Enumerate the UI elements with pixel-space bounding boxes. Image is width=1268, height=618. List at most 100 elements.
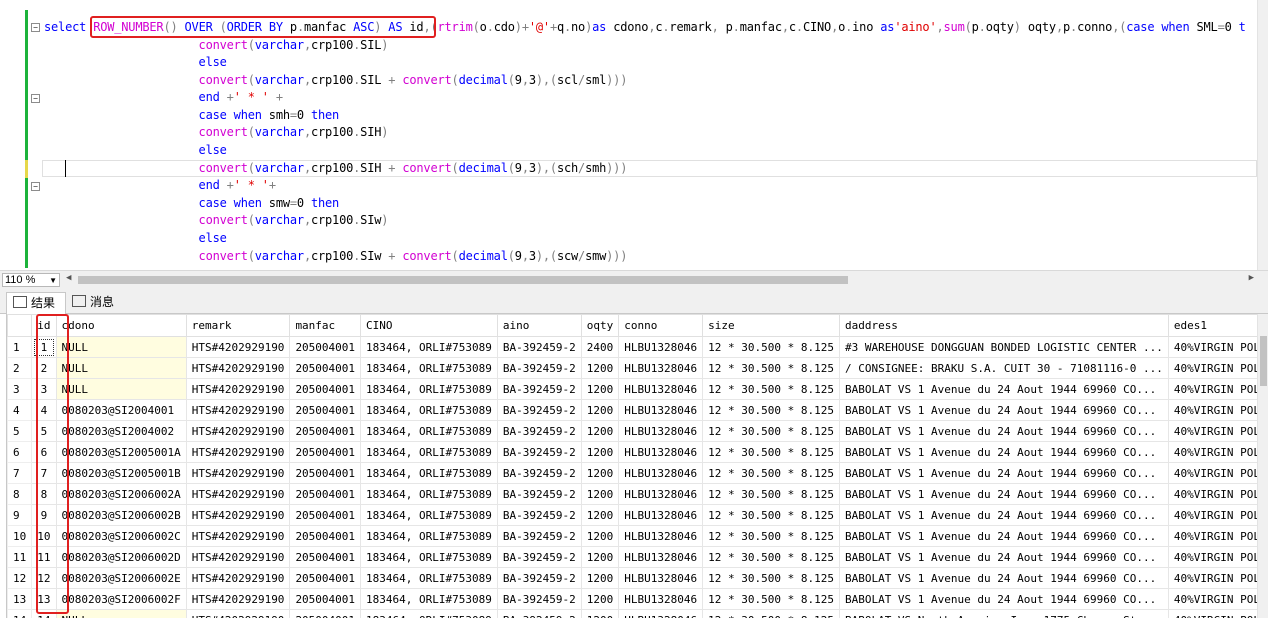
- cell-conno[interactable]: HLBU1328046: [618, 588, 704, 610]
- cell-daddress[interactable]: / CONSIGNEE: BRAKU S.A. CUIT 30 - 710811…: [838, 357, 1169, 379]
- code-line[interactable]: convert(varchar,crp100.SIH): [44, 124, 389, 141]
- cell-cdono[interactable]: 0080203@SI2005001A: [55, 441, 187, 463]
- cell-cino[interactable]: 183464, ORLI#753089: [360, 357, 498, 379]
- cell-size[interactable]: 12 * 30.500 * 8.125: [702, 462, 840, 484]
- code-line[interactable]: else: [44, 230, 227, 247]
- cell-remark[interactable]: HTS#4202929190: [185, 504, 291, 526]
- cell-edes1[interactable]: 40%VIRGIN POLYESTER 3: [1167, 441, 1257, 463]
- sql-editor[interactable]: select ROW_NUMBER() OVER (ORDER BY p.man…: [0, 0, 1268, 270]
- cell-conno[interactable]: HLBU1328046: [618, 420, 704, 442]
- cell-aino[interactable]: BA-392459-2: [496, 525, 582, 547]
- row-number[interactable]: 5: [7, 420, 33, 442]
- cell-edes1[interactable]: 40%VIRGIN POLYESTER 3: [1167, 546, 1257, 568]
- cell-edes1[interactable]: 40%VIRGIN POLYESTER 3: [1167, 504, 1257, 526]
- cell-oqty[interactable]: 2400: [580, 336, 620, 358]
- cell-remark[interactable]: HTS#4202929190: [185, 462, 291, 484]
- table-row[interactable]: 13 13 0080203@SI2006002F HTS#4202929190 2050…: [7, 588, 1257, 610]
- cell-cdono[interactable]: 0080203@SI2006002B: [55, 504, 187, 526]
- cell-size[interactable]: 12 * 30.500 * 8.125: [702, 336, 840, 358]
- cell-conno[interactable]: HLBU1328046: [618, 567, 704, 589]
- cell-edes1[interactable]: 40%VIRGIN POLYESTER 3: [1167, 399, 1257, 421]
- table-row[interactable]: 1 1 NULL HTS#4202929190 205004001 183464, ORL…: [7, 336, 1257, 358]
- table-row[interactable]: 1414NULLHTS#4202929190205004001183464, O…: [7, 609, 1257, 618]
- cell-cino[interactable]: 183464, ORLI#753089: [360, 399, 498, 421]
- cell-manfac[interactable]: 205004001: [289, 546, 362, 568]
- table-row[interactable]: 5 5 0080203@SI2004002 HTS#4202929190 2050040…: [7, 420, 1257, 442]
- cell-remark[interactable]: HTS#4202929190: [185, 357, 291, 379]
- cell-size[interactable]: 12 * 30.500 * 8.125: [702, 588, 840, 610]
- cell-manfac[interactable]: 205004001: [289, 378, 362, 400]
- cell-daddress[interactable]: BABOLAT VS 1 Avenue du 24 Aout 1944 6996…: [838, 525, 1169, 547]
- cell-cino[interactable]: 183464, ORLI#753089: [360, 420, 498, 442]
- cell-oqty[interactable]: 1200: [580, 504, 620, 526]
- cell-manfac[interactable]: 205004001: [289, 483, 362, 505]
- cell-size[interactable]: 12 * 30.500 * 8.125: [702, 504, 840, 526]
- cell-cino[interactable]: 183464, ORLI#753089: [360, 378, 498, 400]
- table-row[interactable]: 8 8 0080203@SI2006002A HTS#4202929190 205004…: [7, 483, 1257, 505]
- column-header-oqty[interactable]: oqty: [580, 314, 620, 337]
- cell-manfac[interactable]: 205004001: [289, 609, 362, 618]
- code-line[interactable]: else: [44, 142, 227, 159]
- code-line[interactable]: convert(varchar,crp100.SIL + convert(dec…: [44, 72, 628, 89]
- cell-conno[interactable]: HLBU1328046: [618, 462, 704, 484]
- cell-manfac[interactable]: 205004001: [289, 420, 362, 442]
- row-number[interactable]: 2: [7, 357, 33, 379]
- cell-aino[interactable]: BA-392459-2: [496, 336, 582, 358]
- cell-aino[interactable]: BA-392459-2: [496, 462, 582, 484]
- cell-aino[interactable]: BA-392459-2: [496, 609, 582, 618]
- cell-manfac[interactable]: 205004001: [289, 462, 362, 484]
- row-number[interactable]: 6: [7, 441, 33, 463]
- cell-cino[interactable]: 183464, ORLI#753089: [360, 609, 498, 618]
- cell-cdono[interactable]: NULL: [55, 336, 187, 358]
- cell-size[interactable]: 12 * 30.500 * 8.125: [702, 609, 840, 618]
- cell-edes1[interactable]: 40%VIRGIN POLYESTER 3: [1167, 609, 1257, 618]
- cell-conno[interactable]: HLBU1328046: [618, 357, 704, 379]
- table-row[interactable]: 4 4 0080203@SI2004001 HTS#4202929190 2050040…: [7, 399, 1257, 421]
- results-grid[interactable]: id cdono remark manfac CINO aino oqty conno size…: [6, 314, 1257, 618]
- cell-edes1[interactable]: 40%VIRGIN POLYESTER 3: [1167, 588, 1257, 610]
- table-row[interactable]: 7 7 0080203@SI2005001B HTS#4202929190 205004…: [7, 462, 1257, 484]
- editor-horizontal-scrollbar[interactable]: ◀ ▶: [64, 273, 1254, 287]
- cell-cdono[interactable]: NULL: [55, 609, 187, 618]
- table-row[interactable]: 2 2 NULL HTS#4202929190 205004001 183464, ORL…: [7, 357, 1257, 379]
- cell-daddress[interactable]: BABOLAT VS 1 Avenue du 24 Aout 1944 6996…: [838, 462, 1169, 484]
- column-header-aino[interactable]: aino: [496, 314, 582, 337]
- table-row[interactable]: 12 12 0080203@SI2006002E HTS#4202929190 2050…: [7, 567, 1257, 589]
- tab-messages[interactable]: 消息: [66, 292, 120, 314]
- row-number[interactable]: 7: [7, 462, 33, 484]
- cell-remark[interactable]: HTS#4202929190: [185, 525, 291, 547]
- cell-manfac[interactable]: 205004001: [289, 441, 362, 463]
- code-line[interactable]: convert(varchar,crp100.SIL): [44, 37, 389, 54]
- column-header-manfac[interactable]: manfac: [289, 314, 362, 337]
- cell-cdono[interactable]: 0080203@SI2006002D: [55, 546, 187, 568]
- cell-cino[interactable]: 183464, ORLI#753089: [360, 504, 498, 526]
- cell-manfac[interactable]: 205004001: [289, 504, 362, 526]
- cell-oqty[interactable]: 1200: [580, 546, 620, 568]
- cell-oqty[interactable]: 1200: [580, 567, 620, 589]
- cell-daddress[interactable]: BABOLAT VS 1 Avenue du 24 Aout 1944 6996…: [838, 567, 1169, 589]
- cell-remark[interactable]: HTS#4202929190: [185, 567, 291, 589]
- cell-remark[interactable]: HTS#4202929190: [185, 609, 291, 618]
- cell-oqty[interactable]: 1200: [580, 357, 620, 379]
- row-number[interactable]: 11: [7, 546, 33, 568]
- row-number[interactable]: 10: [7, 525, 33, 547]
- cell-cino[interactable]: 183464, ORLI#753089: [360, 525, 498, 547]
- cell-remark[interactable]: HTS#4202929190: [185, 441, 291, 463]
- cell-size[interactable]: 12 * 30.500 * 8.125: [702, 483, 840, 505]
- code-line[interactable]: case when smw=0 then: [44, 195, 340, 212]
- cell-cdono[interactable]: NULL: [55, 378, 187, 400]
- cell-manfac[interactable]: 205004001: [289, 399, 362, 421]
- cell-conno[interactable]: HLBU1328046: [618, 336, 704, 358]
- row-number[interactable]: 1: [7, 336, 33, 358]
- cell-remark[interactable]: HTS#4202929190: [185, 588, 291, 610]
- column-header-daddress[interactable]: daddress: [838, 314, 1169, 337]
- cell-aino[interactable]: BA-392459-2: [496, 567, 582, 589]
- column-header-conno[interactable]: conno: [618, 314, 704, 337]
- table-row[interactable]: 3 3 NULL HTS#4202929190 205004001 183464, ORL…: [7, 378, 1257, 400]
- editor-vertical-scrollbar[interactable]: [1257, 0, 1268, 270]
- cell-daddress[interactable]: BABOLAT VS 1 Avenue du 24 Aout 1944 6996…: [838, 441, 1169, 463]
- horizontal-scroll-thumb[interactable]: [78, 276, 848, 284]
- row-number[interactable]: 3: [7, 378, 33, 400]
- cell-oqty[interactable]: 1200: [580, 483, 620, 505]
- table-row[interactable]: 6 6 0080203@SI2005001A HTS#4202929190 205004…: [7, 441, 1257, 463]
